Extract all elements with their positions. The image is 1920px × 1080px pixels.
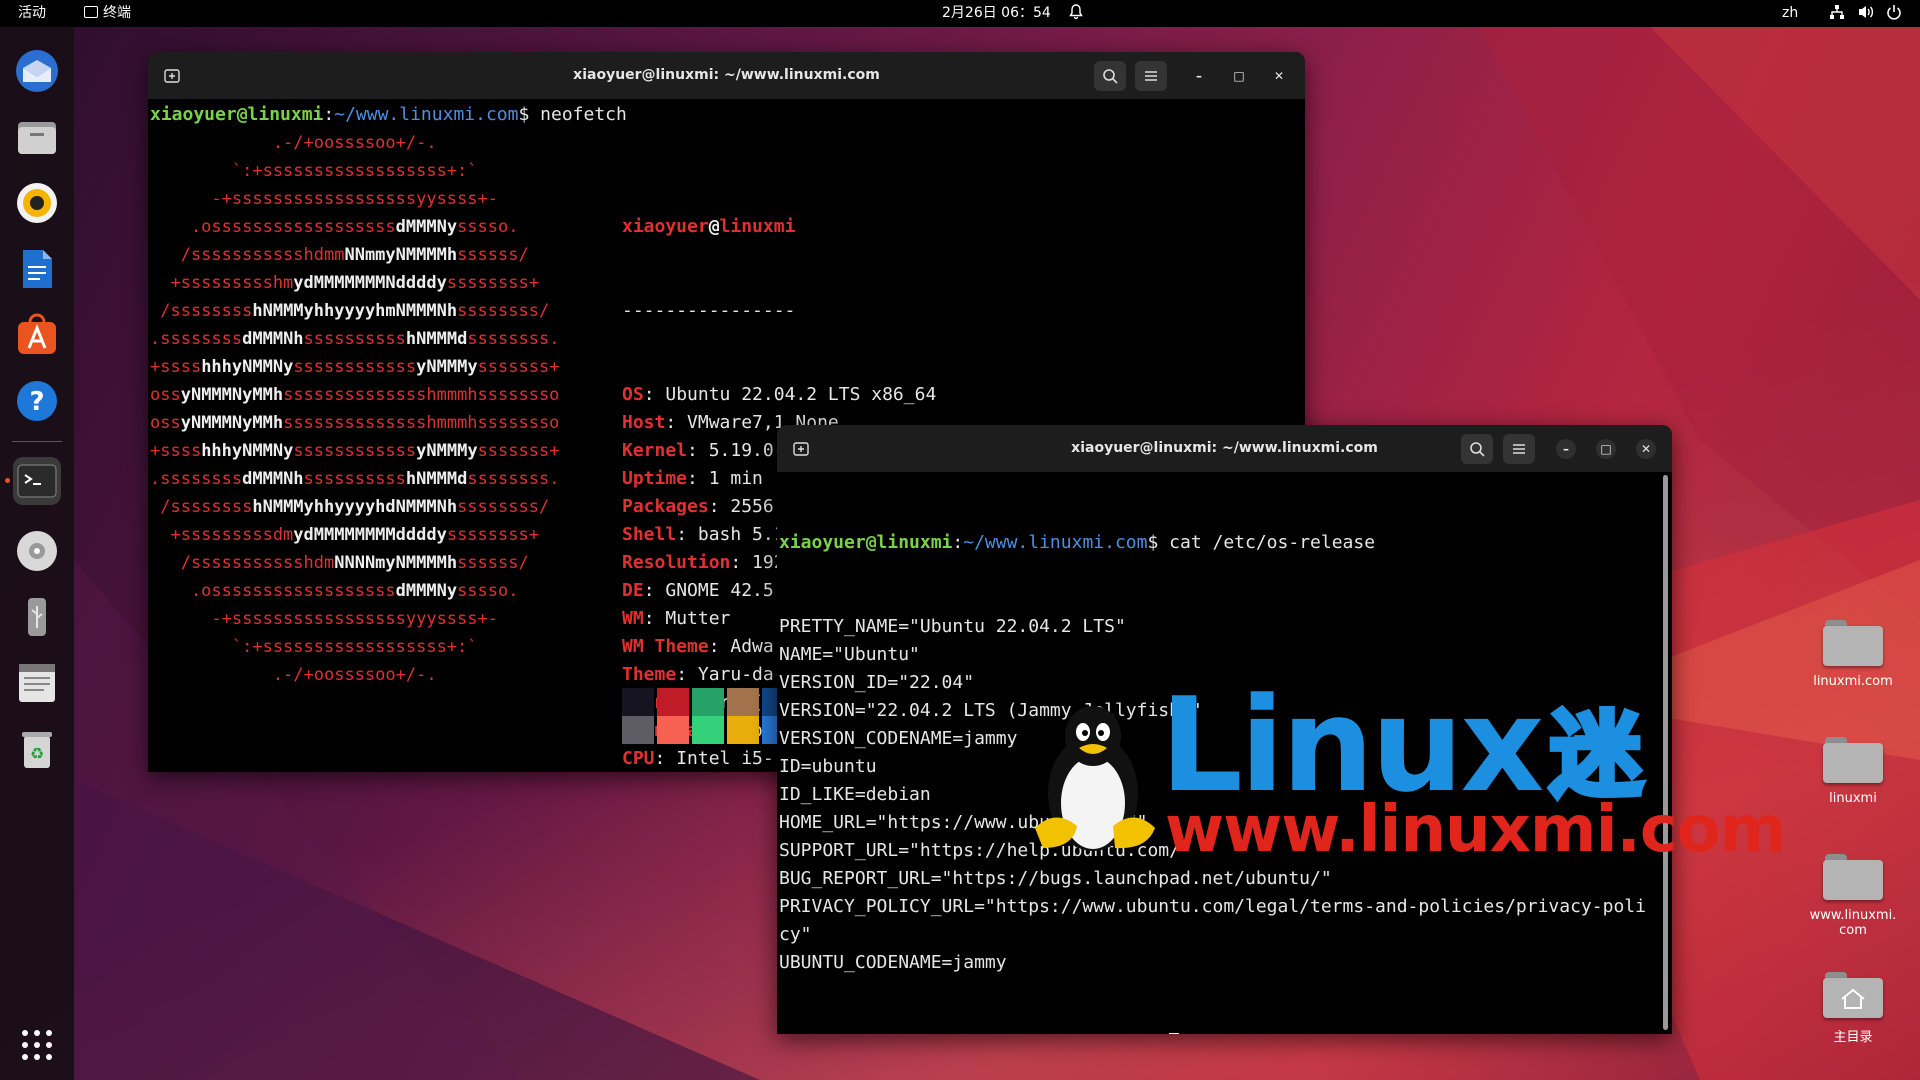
svg-text:♻: ♻ — [30, 744, 44, 763]
volume-icon[interactable] — [1857, 0, 1875, 27]
thunderbird-icon[interactable] — [13, 47, 61, 95]
menu-button[interactable] — [1503, 434, 1535, 464]
color-swatch — [727, 688, 759, 716]
window-titlebar[interactable]: xiaoyuer@linuxmi: ~/www.linuxmi.com – □ … — [148, 52, 1305, 99]
minimize-button[interactable]: – — [1556, 439, 1576, 459]
ascii-line: .ssssssssdMMMNhsssssssssshNMMMdssssssss. — [150, 329, 560, 349]
terminal-prompt-line: xiaoyuer@linuxmi:~/www.linuxmi.com$ — [779, 1033, 1646, 1034]
terminal-prompt-line: xiaoyuer@linuxmi:~/www.linuxmi.com$ cat … — [779, 532, 1376, 553]
menu-button[interactable] — [1135, 61, 1167, 91]
help-icon[interactable]: ? — [13, 377, 61, 425]
output-line: cy" — [779, 924, 812, 945]
ascii-line: .ossssssssssssssssssdMMMNysssso. — [150, 581, 519, 601]
activities-button[interactable]: 活动 — [18, 0, 46, 27]
clock[interactable]: 2月26日 06：54 — [942, 0, 1051, 27]
maximize-button[interactable]: □ — [1596, 439, 1616, 459]
window-titlebar[interactable]: xiaoyuer@linuxmi: ~/www.linuxmi.com – □ … — [777, 425, 1672, 472]
output-line: PRIVACY_POLICY_URL="https://www.ubuntu.c… — [779, 896, 1646, 917]
ascii-line: +sssshhhyNMMNyssssssssssssyNMMMysssssss+ — [150, 357, 560, 377]
desktop-folder-www-linuxmi-com[interactable]: www.linuxmi. com — [1793, 854, 1913, 938]
app-menu[interactable]: 终端 — [84, 0, 131, 27]
ascii-line: +ssssssssshmydMMMMMMMNddddyssssssss+ — [150, 273, 539, 293]
search-button[interactable] — [1461, 434, 1493, 464]
color-swatch — [657, 716, 689, 744]
terminal-app-icon — [84, 6, 98, 18]
language-indicator[interactable]: zh — [1782, 0, 1798, 27]
watermark-linux-text: Linux — [1160, 669, 1544, 821]
ascii-line: .ssssssssdMMMNhsssssssssshNMMMdssssssss. — [150, 469, 560, 489]
terminal-prompt-line: xiaoyuer@linuxmi:~/www.linuxmi.com$ neof… — [150, 104, 627, 125]
svg-text:?: ? — [29, 387, 44, 417]
output-line: BUG_REPORT_URL="https://bugs.launchpad.n… — [779, 868, 1332, 889]
color-swatch — [622, 688, 654, 716]
running-indicator — [5, 478, 10, 483]
rhythmbox-icon[interactable] — [13, 179, 61, 227]
close-button[interactable]: ✕ — [1269, 66, 1289, 86]
ascii-line: /sssssssshNMMMyhhyyyyhdNMMMNhssssssss/ — [150, 497, 550, 517]
ascii-line: .-/+oossssoo+/-. — [150, 133, 437, 153]
close-button[interactable]: ✕ — [1636, 439, 1656, 459]
terminal-icon[interactable] — [13, 457, 61, 505]
dock: ? ♻ — [0, 27, 74, 1080]
notification-bell-icon[interactable] — [1069, 0, 1083, 27]
folder-icon — [1823, 854, 1883, 900]
output-line: PRETTY_NAME="Ubuntu 22.04.2 LTS" — [779, 616, 1126, 637]
desktop-folder-linuxmi-com[interactable]: linuxmi.com — [1793, 620, 1913, 689]
ascii-line: +sssssssssdmydMMMMMMMMddddyssssssss+ — [150, 525, 539, 545]
disc-icon[interactable] — [13, 527, 61, 575]
window-title: xiaoyuer@linuxmi: ~/www.linuxmi.com — [573, 67, 880, 83]
files-icon[interactable] — [13, 113, 61, 161]
search-button[interactable] — [1094, 61, 1126, 91]
desktop-item-label: www.linuxmi. com — [1809, 908, 1897, 938]
dock-separator — [12, 441, 62, 442]
trash-icon[interactable]: ♻ — [13, 725, 61, 773]
maximize-button[interactable]: □ — [1229, 66, 1249, 86]
power-icon[interactable] — [1886, 0, 1902, 27]
ascii-line: -+sssssssssssssssssyyyssss+- — [150, 609, 498, 629]
app-center-icon[interactable] — [13, 311, 61, 359]
output-line: UBUNTU_CODENAME=jammy — [779, 952, 1007, 973]
desktop-item-label: linuxmi — [1829, 791, 1877, 806]
color-swatch — [622, 716, 654, 744]
writer-icon[interactable] — [13, 245, 61, 293]
ascii-line: .ossssssssssssssssssdMMMNysssso. — [150, 217, 519, 237]
info-line: OS: Ubuntu 22.04.2 LTS x86_64 — [622, 384, 937, 405]
usb-icon[interactable] — [13, 593, 61, 641]
network-icon[interactable] — [1829, 0, 1845, 27]
ascii-line: ossyNMMMNyMMhsssssssssssssshmmmhssssssso — [150, 413, 560, 433]
ascii-line: -+ssssssssssssssssssyyssss+- — [150, 189, 498, 209]
desktop-item-label: linuxmi.com — [1813, 674, 1893, 689]
window-title: xiaoyuer@linuxmi: ~/www.linuxmi.com — [1071, 440, 1378, 456]
ascii-line: /sssssssshNMMMyhhyyyyhmNMMMNhssssssss/ — [150, 301, 550, 321]
folder-icon — [1823, 620, 1883, 666]
ascii-line: +sssshhhyNMMNyssssssssssssyNMMMysssssss+ — [150, 441, 560, 461]
watermark-mi-text: 迷 — [1547, 702, 1645, 809]
color-swatch — [692, 716, 724, 744]
ascii-line: .-/+oossssoo+/-. — [150, 665, 437, 685]
ascii-line: `:+ssssssssssssssssss+:` — [150, 637, 478, 657]
ascii-line: /ssssssssssshdmNNNNmyNMMMMhssssss/ — [150, 553, 529, 573]
color-swatch — [692, 688, 724, 716]
folder-icon — [1823, 737, 1883, 783]
text-cursor — [1169, 1033, 1180, 1034]
text-editor-icon[interactable] — [13, 659, 61, 707]
ascii-line: ossyNMMMNyMMhsssssssssssssshmmmhssssssso — [150, 385, 560, 405]
watermark-url: www.linuxmi.com — [1165, 793, 1786, 867]
ascii-line: `:+ssssssssssssssssss+:` — [150, 161, 478, 181]
minimize-button[interactable]: – — [1189, 66, 1209, 86]
desktop-item-label: 主目录 — [1833, 1030, 1873, 1045]
tux-penguin-logo — [1035, 706, 1155, 851]
desktop-home-folder[interactable]: 主目录 — [1793, 972, 1913, 1045]
app-name: 终端 — [103, 5, 131, 21]
home-folder-icon — [1823, 972, 1883, 1018]
top-bar: 活动 终端 2月26日 06：54 zh — [0, 0, 1920, 27]
neofetch-ascii-logo: .-/+oossssoo+/-. `:+ssssssssssssssssss+:… — [150, 129, 559, 689]
desktop-folder-linuxmi[interactable]: linuxmi — [1793, 737, 1913, 806]
color-swatch — [657, 688, 689, 716]
scrollbar[interactable] — [1663, 475, 1668, 1030]
ascii-line: /ssssssssssshdmmNNmmyNMMMMhssssss/ — [150, 245, 529, 265]
app-grid-icon[interactable] — [13, 1021, 61, 1069]
output-line: NAME="Ubuntu" — [779, 644, 920, 665]
color-swatch — [727, 716, 759, 744]
